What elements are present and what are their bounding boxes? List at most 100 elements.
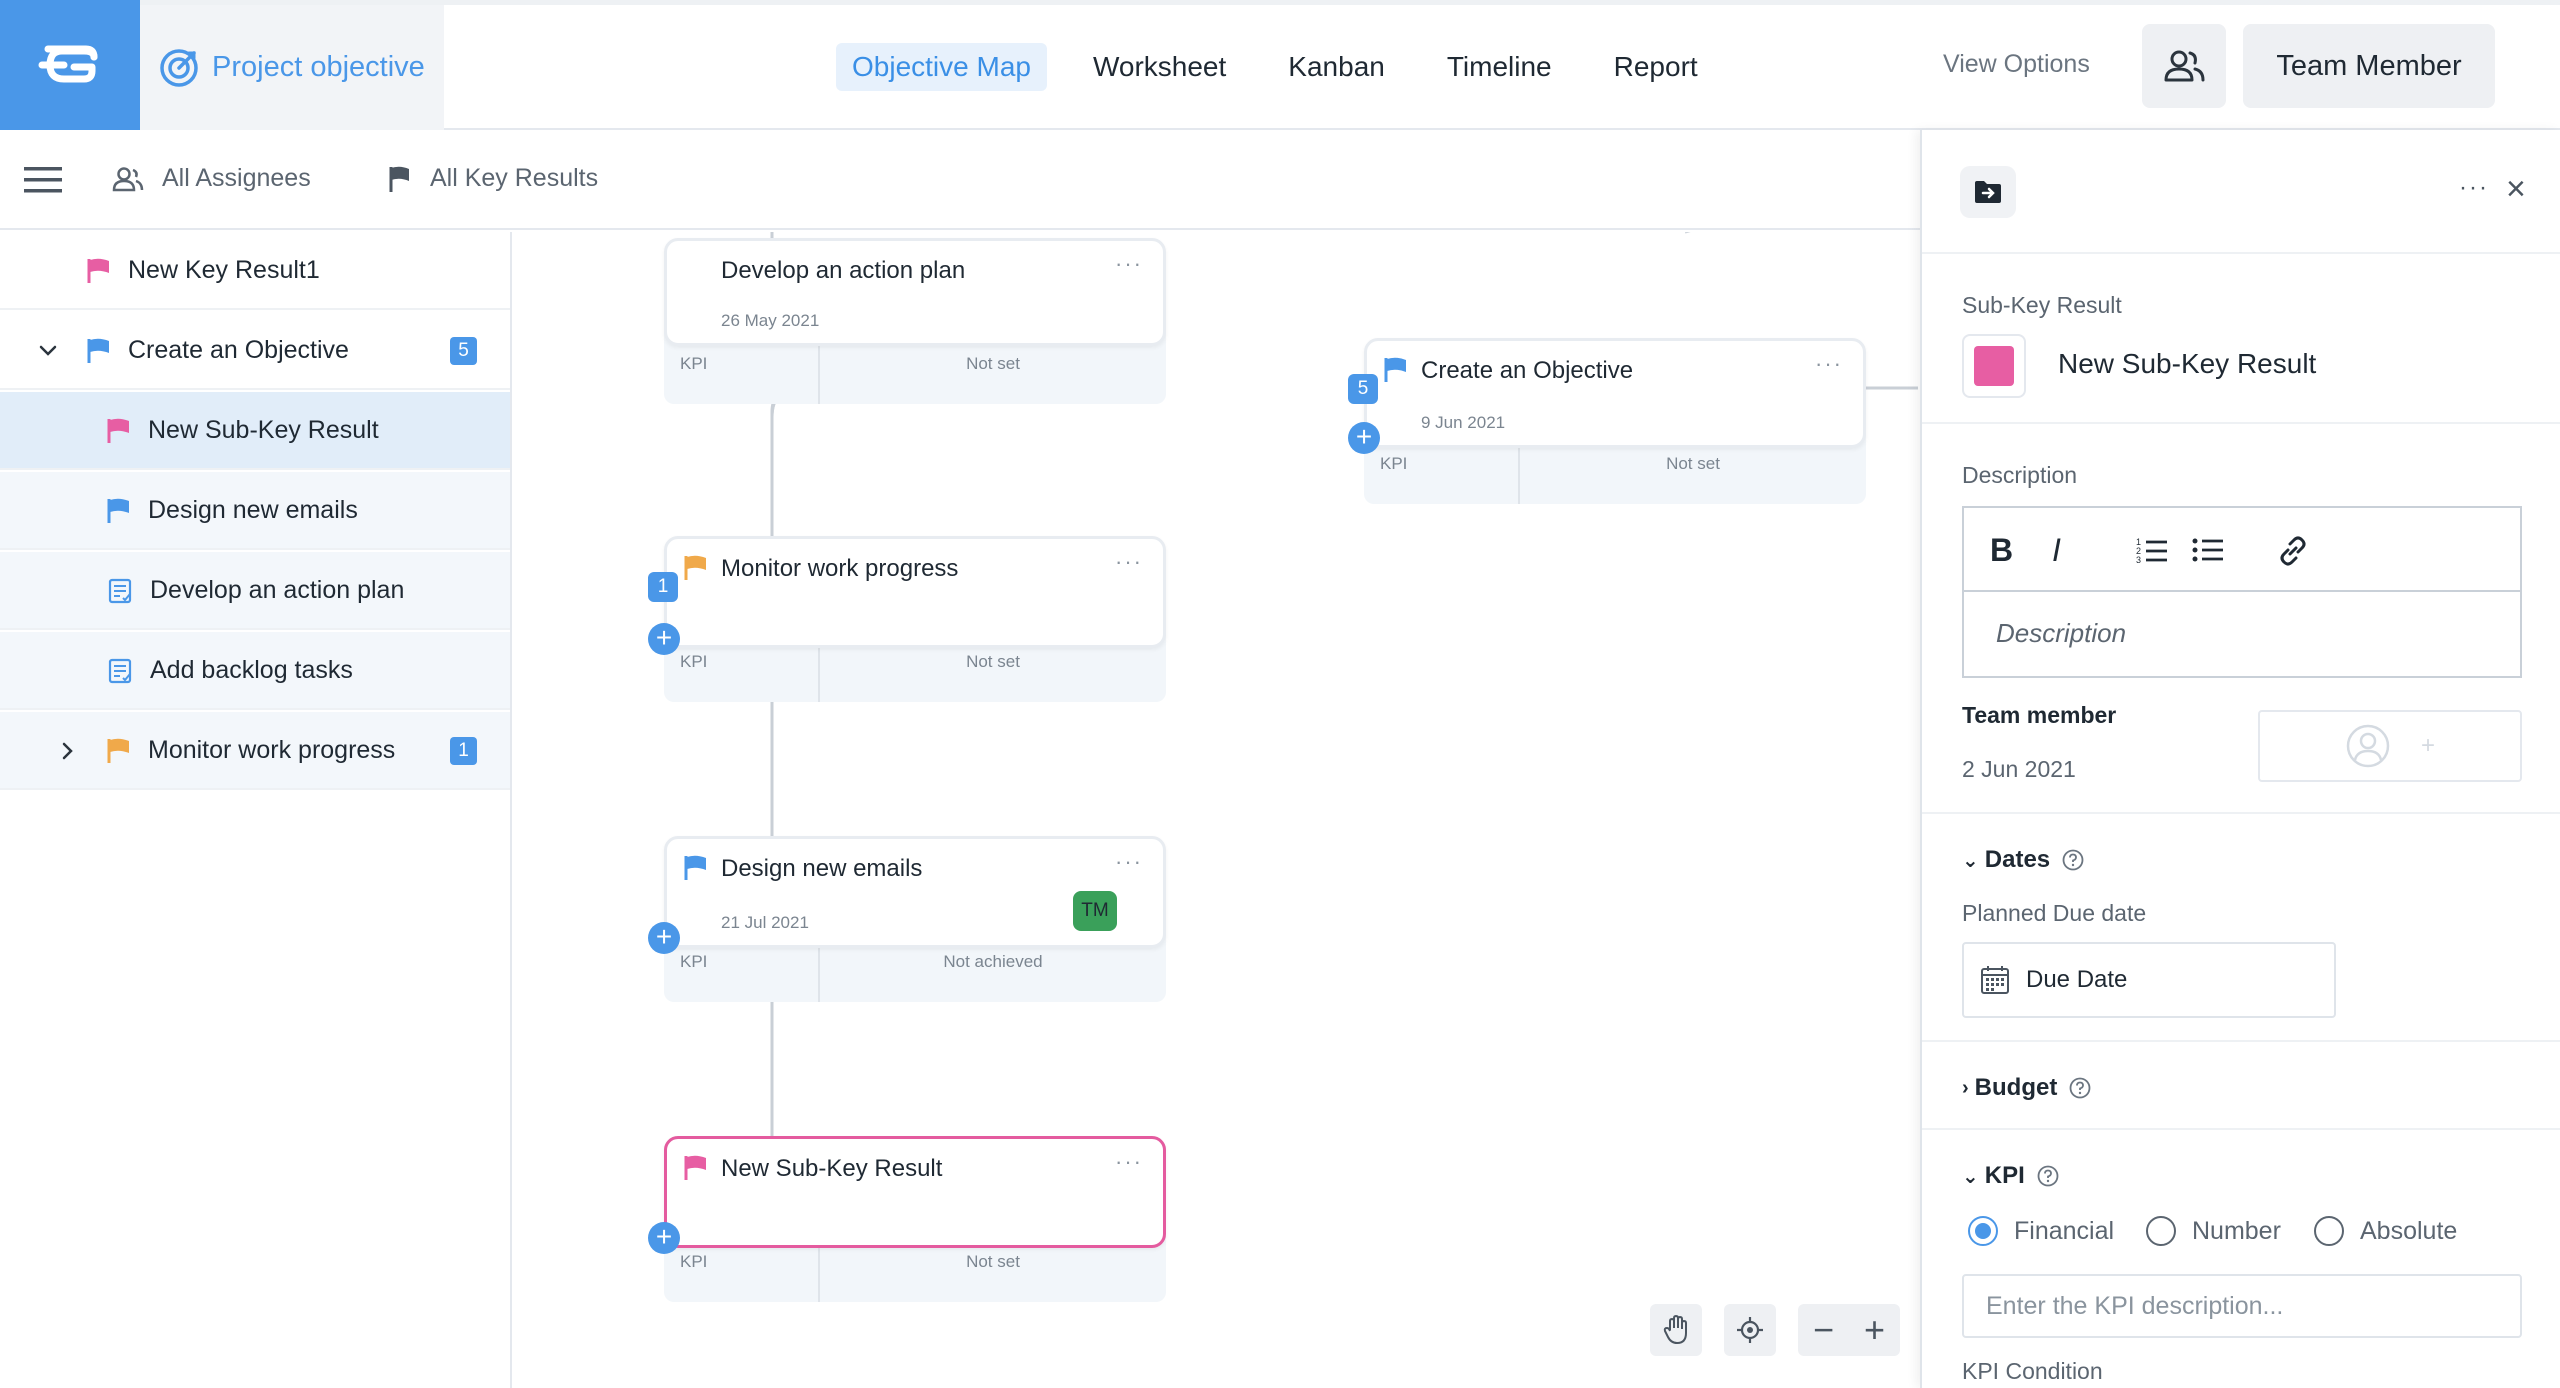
node-title: New Sub-Key Result [721, 1155, 943, 1182]
node-more-button[interactable]: ··· [1115, 1149, 1143, 1175]
add-child-button[interactable]: + [1348, 422, 1380, 454]
section-divider [1922, 812, 2560, 814]
help-icon[interactable] [2069, 1077, 2091, 1099]
objective-tree: New Key Result1 Create an Objective 5 Ne… [0, 232, 512, 1388]
tree-item-develop-an-action-plan[interactable]: Develop an action plan [0, 552, 510, 630]
help-icon[interactable] [2037, 1165, 2059, 1187]
close-panel-button[interactable]: × [2506, 172, 2526, 206]
color-swatch-button[interactable] [1962, 334, 2026, 398]
panel-more-button[interactable]: ··· [2459, 174, 2489, 202]
team-member-button[interactable]: Team Member [2243, 24, 2495, 108]
ordered-list-icon[interactable]: 1 2 3 [2136, 536, 2168, 564]
node-card[interactable]: Design new emails 21 Jul 2021 ··· TM [664, 836, 1166, 948]
add-member-plus: + [2420, 732, 2435, 759]
add-child-button[interactable]: + [648, 922, 680, 954]
node-title: Design new emails [721, 855, 923, 882]
assignee-avatar[interactable]: TM [1073, 891, 1117, 931]
recenter-button[interactable] [1724, 1304, 1776, 1356]
tree-item-label: New Key Result1 [128, 256, 320, 284]
add-child-button[interactable]: + [648, 1222, 680, 1254]
help-icon[interactable] [2062, 849, 2084, 871]
dates-section-label: Dates [1984, 846, 2051, 873]
node-more-button[interactable]: ··· [1115, 849, 1143, 875]
child-count-badge[interactable]: 5 [1348, 374, 1378, 404]
footer-divider [818, 942, 820, 1002]
chevron-down-icon[interactable] [36, 339, 60, 363]
bullet-list-icon[interactable] [2192, 536, 2224, 564]
node-more-button[interactable]: ··· [1815, 351, 1843, 377]
blue-flag-icon [684, 855, 706, 880]
hamburger-menu-icon[interactable] [24, 165, 64, 195]
tree-item-add-backlog-tasks[interactable]: Add backlog tasks [0, 632, 510, 710]
tab-kanban[interactable]: Kanban [1272, 43, 1401, 91]
view-tabs: Objective Map Worksheet Kanban Timeline … [836, 42, 1744, 92]
bold-button[interactable]: B [1990, 532, 2013, 569]
zoom-out-button[interactable]: − [1798, 1304, 1849, 1356]
project-selector[interactable]: Project objective [140, 5, 444, 130]
budget-section-toggle[interactable]: › Budget [1962, 1074, 2091, 1102]
item-name[interactable]: New Sub-Key Result [2058, 348, 2316, 380]
task-list-icon [108, 578, 132, 604]
description-input[interactable]: Description [1996, 618, 2126, 649]
tab-timeline[interactable]: Timeline [1431, 43, 1568, 91]
tree-item-monitor-work-progress[interactable]: Monitor work progress 1 [0, 712, 510, 790]
folder-move-icon [1975, 181, 2001, 203]
editor-toolbar: B I 1 2 3 [1964, 508, 2520, 592]
budget-section-label: Budget [1974, 1074, 2058, 1101]
chevron-right-icon[interactable] [56, 739, 80, 763]
kpi-section-toggle[interactable]: ⌄ KPI [1962, 1162, 2059, 1190]
node-more-button[interactable]: ··· [1115, 251, 1143, 277]
italic-button[interactable]: I [2052, 532, 2061, 569]
node-card[interactable]: Create an Objective 9 Jun 2021 ··· [1364, 338, 1866, 448]
pink-flag-icon [87, 258, 109, 283]
node-date: 21 Jul 2021 [721, 913, 809, 932]
tree-item-new-key-result1[interactable]: New Key Result1 [0, 232, 510, 310]
kpi-label: KPI [680, 1252, 708, 1271]
node-date: 26 May 2021 [721, 311, 820, 330]
node-card[interactable]: New Sub-Key Result ··· [664, 1136, 1166, 1248]
app-logo[interactable] [0, 0, 140, 130]
chevron-down-icon: ⌄ [1962, 849, 1979, 872]
kpi-type-absolute-radio[interactable]: Absolute [2314, 1216, 2457, 1246]
tree-item-new-sub-key-result[interactable]: New Sub-Key Result [0, 392, 510, 470]
tree-item-label: Develop an action plan [150, 576, 405, 604]
move-to-folder-button[interactable] [1960, 166, 2016, 218]
task-list-icon [108, 658, 132, 684]
user-avatar-icon [2346, 724, 2390, 768]
canvas-toolbar: − + [1650, 1304, 1900, 1356]
tab-objective-map[interactable]: Objective Map [836, 43, 1047, 91]
add-child-button[interactable]: + [648, 623, 680, 655]
kpi-condition-label: KPI Condition [1962, 1358, 2103, 1384]
assignees-filter-label: All Assignees [162, 164, 311, 192]
footer-divider [1518, 444, 1520, 504]
view-options-link[interactable]: View Options [1943, 50, 2090, 79]
tab-report[interactable]: Report [1598, 43, 1714, 91]
node-more-button[interactable]: ··· [1115, 549, 1143, 575]
tab-worksheet[interactable]: Worksheet [1077, 43, 1242, 91]
node-title: Create an Objective [1421, 357, 1634, 384]
node-card[interactable]: Develop an action plan 26 May 2021 ··· [664, 238, 1166, 346]
pan-tool-button[interactable] [1650, 1304, 1702, 1356]
tree-item-design-new-emails[interactable]: Design new emails [0, 472, 510, 550]
hand-icon [1663, 1315, 1687, 1344]
tree-item-create-an-objective[interactable]: Create an Objective 5 [0, 312, 510, 390]
crosshair-icon [1737, 1317, 1763, 1343]
kpi-type-number-radio[interactable]: Number [2146, 1216, 2281, 1246]
key-results-filter[interactable]: All Key Results [388, 164, 598, 193]
kpi-description-input[interactable] [1962, 1274, 2522, 1338]
radio-dot [2146, 1216, 2176, 1246]
zoom-in-button[interactable]: + [1849, 1304, 1900, 1356]
tree-item-label: New Sub-Key Result [148, 416, 379, 444]
objective-map-canvas[interactable]: Develop an action plan 26 May 2021 ··· K… [514, 232, 1918, 1388]
kpi-type-financial-radio[interactable]: Financial [1968, 1216, 2114, 1246]
due-date-picker[interactable]: Due Date [1962, 942, 2336, 1018]
assign-member-button[interactable]: + [2258, 710, 2522, 782]
dates-section-toggle[interactable]: ⌄ Dates [1962, 846, 2084, 874]
assignees-filter[interactable]: All Assignees [112, 164, 311, 193]
assign-users-button[interactable] [2142, 24, 2226, 108]
link-icon[interactable] [2278, 536, 2308, 566]
radio-dot [2314, 1216, 2344, 1246]
orange-flag-icon [684, 555, 706, 580]
node-card[interactable]: Monitor work progress ··· [664, 536, 1166, 648]
child-count-badge[interactable]: 1 [648, 572, 678, 602]
